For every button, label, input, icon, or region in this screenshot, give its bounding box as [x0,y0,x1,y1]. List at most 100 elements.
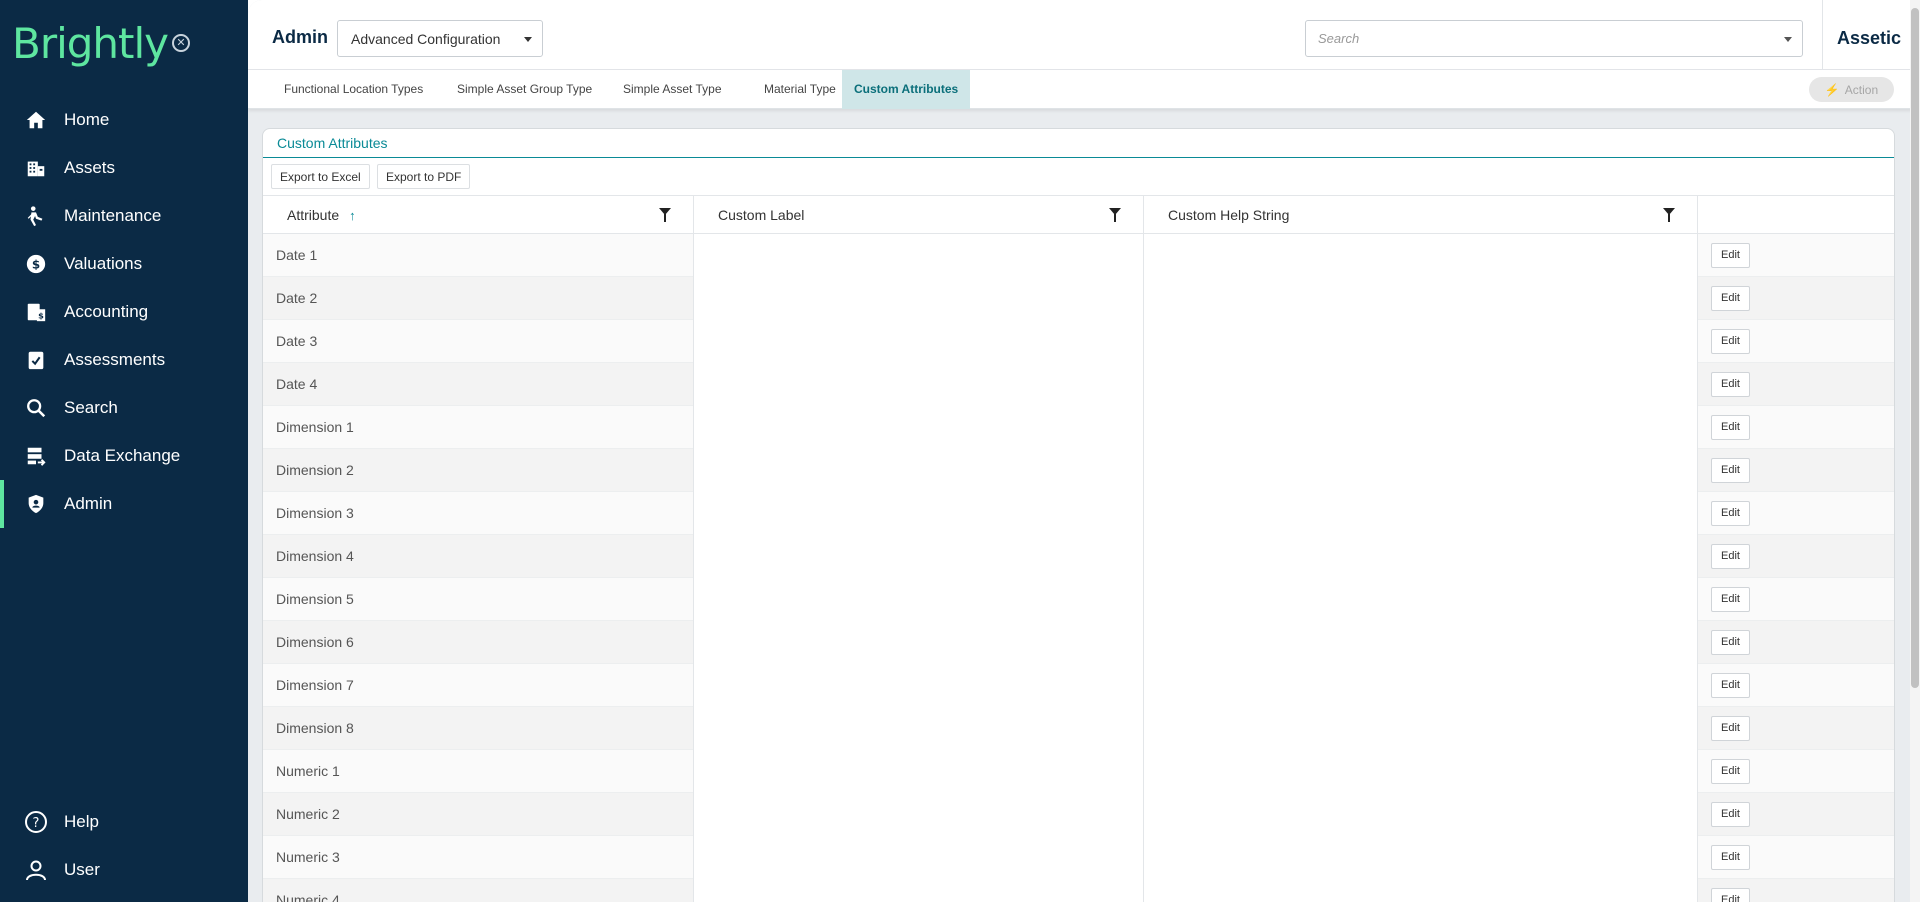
sidebar-item-maintenance[interactable]: Maintenance [0,192,248,240]
custom-help-cell [1144,234,1698,277]
sidebar-item-label: Assessments [64,350,166,369]
custom-label-cell [694,492,1144,535]
table-row: Dimension 8 Edit [263,707,1894,750]
brand: Brightly ✕ [12,19,190,68]
custom-help-cell [1144,879,1698,902]
tab-simple-asset-group-type[interactable]: Simple Asset Group Type [445,70,604,109]
table-row: Numeric 4 Edit [263,879,1894,902]
config-select[interactable]: Advanced Configuration [337,20,543,57]
attribute-cell: Dimension 7 [263,664,694,707]
table-row: Dimension 6 Edit [263,621,1894,664]
custom-help-cell [1144,277,1698,320]
sidebar-item-help[interactable]: ? Help [0,798,248,846]
column-header-custom-help-string[interactable]: Custom Help String [1144,196,1698,234]
attributes-grid: Attribute ↑ Custom Label Custom Help Stri… [263,195,1894,902]
attribute-cell: Dimension 8 [263,707,694,750]
column-header-attribute[interactable]: Attribute ↑ [263,196,694,234]
edit-button[interactable]: Edit [1711,458,1750,483]
sidebar-item-admin[interactable]: Admin [0,480,248,528]
attribute-cell: Dimension 2 [263,449,694,492]
table-row: Date 3 Edit [263,320,1894,363]
tenant-name[interactable]: Assetic [1837,28,1901,49]
column-header-label: Attribute [287,207,340,223]
sidebar-item-label: Data Exchange [64,446,181,465]
edit-button[interactable]: Edit [1711,587,1750,612]
custom-help-cell [1144,664,1698,707]
edit-button[interactable]: Edit [1711,716,1750,741]
sort-ascending-icon: ↑ [349,208,356,223]
tab-custom-attributes[interactable]: Custom Attributes [842,70,971,109]
table-row: Numeric 2 Edit [263,793,1894,836]
close-circle-icon[interactable]: ✕ [172,34,190,52]
edit-button[interactable]: Edit [1711,888,1750,902]
sidebar-item-search[interactable]: Search [0,384,248,432]
clipboard-check-icon [24,348,48,372]
edit-button[interactable]: Edit [1711,759,1750,784]
edit-button[interactable]: Edit [1711,673,1750,698]
custom-help-cell [1144,621,1698,664]
edit-button[interactable]: Edit [1711,630,1750,655]
attribute-cell: Date 4 [263,363,694,406]
custom-help-cell [1144,793,1698,836]
tab-material-type[interactable]: Material Type [752,70,848,109]
table-row: Dimension 7 Edit [263,664,1894,707]
edit-button[interactable]: Edit [1711,286,1750,311]
sidebar-item-label: Search [64,398,118,417]
sidebar-item-label: Assets [64,158,116,177]
action-button-label: Action [1844,82,1879,97]
custom-label-cell [694,750,1144,793]
tab-functional-location-types[interactable]: Functional Location Types [272,70,435,109]
edit-button[interactable]: Edit [1711,501,1750,526]
sidebar-item-data-exchange[interactable]: Data Exchange [0,432,248,480]
custom-label-cell [694,793,1144,836]
column-header-actions [1698,196,1894,234]
svg-text:?: ? [33,816,40,831]
bottom-nav: ? Help User [0,798,248,894]
edit-button[interactable]: Edit [1711,329,1750,354]
action-button[interactable]: ⚡ Action [1809,77,1894,102]
data-exchange-icon [24,444,48,468]
sidebar-item-valuations[interactable]: $ Valuations [0,240,248,288]
custom-label-cell [694,879,1144,902]
scrollbar-thumb[interactable] [1911,8,1919,688]
table-row: Dimension 1 Edit [263,406,1894,449]
edit-button[interactable]: Edit [1711,845,1750,870]
custom-label-cell [694,363,1144,406]
global-search-input[interactable]: Search [1305,20,1803,57]
panel-title[interactable]: Custom Attributes [277,135,388,151]
sidebar-item-accounting[interactable]: $ Accounting [0,288,248,336]
sidebar-item-assessments[interactable]: Assessments [0,336,248,384]
sidebar-item-home[interactable]: Home [0,96,248,144]
sidebar-item-assets[interactable]: Assets [0,144,248,192]
chevron-down-icon[interactable] [1784,37,1792,42]
attribute-cell: Date 1 [263,234,694,277]
edit-button[interactable]: Edit [1711,243,1750,268]
table-row: Date 2 Edit [263,277,1894,320]
brightly-logo[interactable]: Brightly [12,19,169,68]
filter-icon[interactable] [659,208,671,222]
edit-button[interactable]: Edit [1711,372,1750,397]
edit-button[interactable]: Edit [1711,544,1750,569]
custom-label-cell [694,449,1144,492]
attribute-cell: Dimension 6 [263,621,694,664]
edit-button[interactable]: Edit [1711,415,1750,440]
custom-help-cell [1144,320,1698,363]
custom-label-cell [694,621,1144,664]
custom-help-cell [1144,363,1698,406]
export-excel-button[interactable]: Export to Excel [271,164,370,189]
attribute-cell: Dimension 4 [263,535,694,578]
filter-icon[interactable] [1663,208,1675,222]
sidebar: Brightly ✕ Home Assets Maintenance $ Val… [0,0,248,902]
attribute-cell: Numeric 2 [263,793,694,836]
grid-header: Attribute ↑ Custom Label Custom Help Stri… [263,195,1894,234]
search-placeholder: Search [1318,31,1360,46]
sidebar-item-user[interactable]: User [0,846,248,894]
export-pdf-button[interactable]: Export to PDF [377,164,471,189]
top-header: Admin Advanced Configuration Search Asse… [248,0,1920,70]
filter-icon[interactable] [1109,208,1121,222]
column-header-custom-label[interactable]: Custom Label [694,196,1144,234]
home-icon [24,108,48,132]
tab-simple-asset-type[interactable]: Simple Asset Type [611,70,734,109]
edit-button[interactable]: Edit [1711,802,1750,827]
divider [263,157,1894,158]
